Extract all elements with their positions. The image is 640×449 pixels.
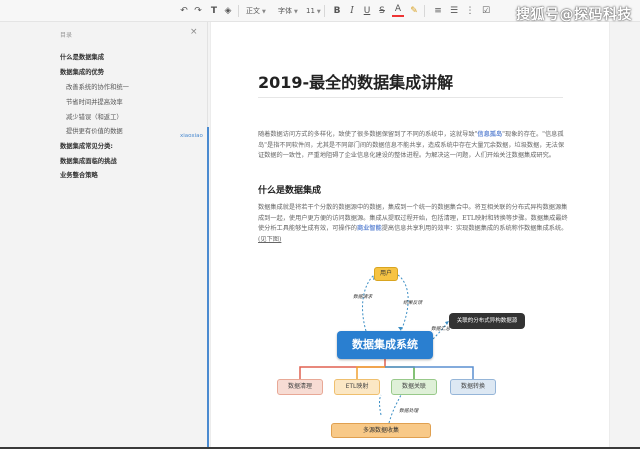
redo-icon[interactable]: ↷ [192, 3, 204, 19]
numbered-list-icon[interactable]: ⋮ [464, 3, 476, 19]
diagram-node-collection: 多源数据收集 [331, 423, 431, 438]
highlighter-icon[interactable]: ✎ [408, 3, 420, 19]
branch-association [385, 366, 415, 379]
close-icon[interactable]: × [190, 27, 198, 37]
bullet-list-icon[interactable]: ☰ [448, 3, 460, 19]
outline-item[interactable]: 数据集成常见分类: [60, 141, 113, 150]
eraser-icon[interactable]: ◈ [222, 3, 234, 19]
undo-icon[interactable]: ↶ [178, 3, 190, 19]
outline-item[interactable]: 提供更有价值的数据 [66, 126, 123, 135]
diagram-node-transform: 数据转换 [450, 379, 496, 395]
chevron-down-icon: ▼ [294, 9, 298, 15]
paragraph-definition[interactable]: 数据集成就是将若干个分散的数据源中的数据，集成到一个统一的数据集合中。将互相关联… [258, 203, 568, 245]
diagram-label-process: 数据处理 [399, 409, 419, 414]
paragraph-text: 提高信息共享利用的效率：实现数据集成的系统称作数据集成系统。 [381, 225, 568, 233]
paragraph-text: (见下图) [258, 235, 282, 243]
outline-item[interactable]: 节省时间并提高效率 [66, 97, 123, 106]
connector-process-1 [379, 394, 382, 416]
branch-cleaning [299, 359, 386, 379]
diagram-node-sources: 关联的分布式异构数据源 [449, 313, 525, 329]
watermark: 搜狐号@探码科技 [516, 7, 632, 23]
inline-link[interactable]: 信息孤岛 [477, 131, 502, 138]
document-title[interactable]: 2019-最全的数据集成讲解 [258, 69, 453, 93]
font-color-button[interactable]: A [392, 3, 404, 17]
section-heading[interactable]: 什么是数据集成 [258, 183, 321, 196]
document-page[interactable]: 2019-最全的数据集成讲解 随着数据访问方式的多样化，致使了很多数据保留到了不… [210, 22, 610, 449]
paragraph-text: 随着数据访问方式的多样化，致使了很多数据保留到了不同的系统中，这就导致" [258, 131, 478, 138]
diagram-node-etl: ETL映射 [334, 379, 380, 395]
diagram-node-user: 用户 [374, 267, 398, 281]
branch-etl [356, 366, 385, 379]
diagram-node-center: 数据集成系统 [337, 331, 433, 359]
strikethrough-button[interactable]: S [376, 3, 388, 19]
inline-link[interactable]: 商业智能 [357, 225, 382, 232]
outline-item[interactable]: 数据集成面临的挑战 [60, 156, 117, 165]
format-painter-icon[interactable]: T [208, 3, 220, 19]
toolbar-divider [238, 5, 239, 17]
paragraph-intro[interactable]: 随着数据访问方式的多样化，致使了很多数据保留到了不同的系统中，这就导致"信息孤岛… [258, 130, 568, 162]
checkbox-icon[interactable]: ☑ [480, 3, 492, 19]
branch-transform [385, 366, 474, 379]
outline-item[interactable]: 业务整合策略 [60, 170, 98, 179]
font-size-value: 11 [306, 7, 315, 15]
align-left-icon[interactable]: ≡ [432, 3, 444, 19]
diagram-label-summary: 数据汇总 [431, 327, 451, 332]
underline-button[interactable]: U [361, 3, 373, 19]
collaborator-cursor-bar [207, 127, 209, 449]
bold-button[interactable]: B [331, 3, 343, 19]
chevron-down-icon: ▼ [316, 9, 321, 15]
outline-item[interactable]: 减少错误（和返工） [66, 112, 123, 121]
toolbar-divider [324, 5, 325, 17]
font-select[interactable]: 字体 ▼ [278, 3, 298, 19]
style-select-value: 正文 [246, 7, 260, 15]
connector-request [362, 274, 375, 332]
font-select-value: 字体 [278, 7, 292, 15]
diagram-label-request: 数据请求 [353, 295, 373, 300]
diagram-node-cleaning: 数据清理 [277, 379, 323, 395]
data-integration-diagram: 用户 数据请求 结果反馈 数据汇总 数据集成系统 关联的分布式异构数据源 数据清… [271, 267, 551, 449]
font-size-select[interactable]: 11 ▼ [306, 3, 321, 19]
diagram-node-association: 数据关联 [391, 379, 437, 395]
outline-sidebar: 目录 × 什么是数据集成 数据集成的优势 改善系统的协作和统一 节省时间并提高效… [0, 22, 209, 449]
toolbar-divider [424, 5, 425, 17]
style-select[interactable]: 正文 ▼ [246, 3, 266, 19]
outline-title: 目录 [60, 32, 73, 39]
chevron-down-icon: ▼ [262, 9, 266, 15]
title-divider [258, 97, 563, 98]
italic-button[interactable]: I [346, 3, 358, 19]
outline-item[interactable]: 数据集成的优势 [60, 67, 104, 76]
diagram-label-feedback: 结果反馈 [403, 301, 423, 306]
collaborator-label: xiaoxiao [180, 133, 203, 139]
outline-item[interactable]: 什么是数据集成 [60, 52, 104, 61]
outline-item[interactable]: 改善系统的协作和统一 [66, 82, 129, 91]
